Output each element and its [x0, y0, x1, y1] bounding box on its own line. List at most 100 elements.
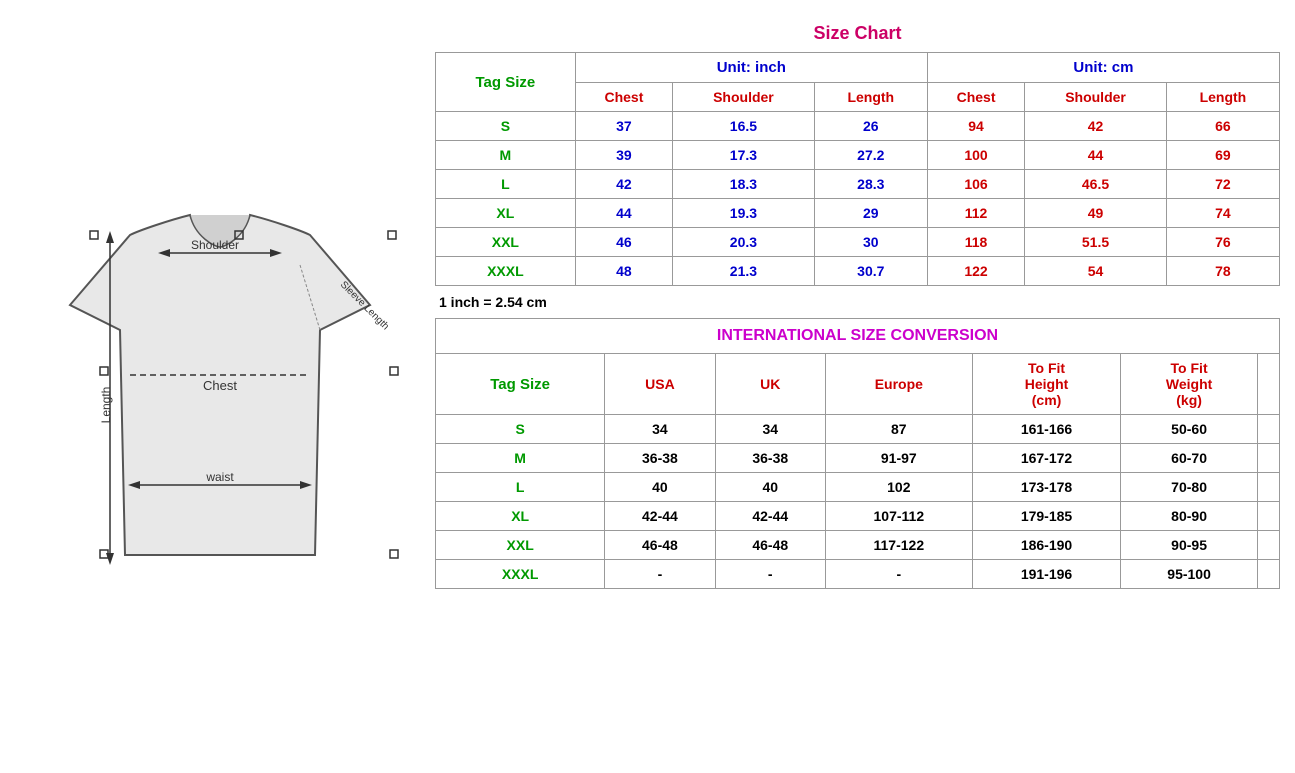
intl-height-cell: 167-172: [972, 444, 1121, 473]
cm-length-cell: 78: [1166, 257, 1279, 286]
inch-chest-header: Chest: [575, 83, 672, 112]
cm-length-cell: 76: [1166, 228, 1279, 257]
intl-height-header: To FitHeight(cm): [972, 354, 1121, 415]
intl-conversion-title: INTERNATIONAL SIZE CONVERSION: [435, 318, 1280, 353]
size-chart-table: Tag Size Unit: inch Unit: cm Chest Shoul…: [435, 52, 1280, 286]
cm-length-cell: 66: [1166, 112, 1279, 141]
inch-shoulder-header: Shoulder: [673, 83, 815, 112]
unit-cm-header: Unit: cm: [927, 53, 1279, 83]
cm-chest-cell: 112: [927, 199, 1024, 228]
intl-height-cell: 161-166: [972, 415, 1121, 444]
intl-extra-cell: [1257, 502, 1279, 531]
intl-uk-cell: 34: [715, 415, 825, 444]
tag-size-cell: L: [436, 170, 576, 199]
intl-weight-cell: 80-90: [1121, 502, 1257, 531]
intl-usa-cell: 34: [605, 415, 715, 444]
intl-conversion-table: Tag Size USA UK Europe To FitHeight(cm) …: [435, 353, 1280, 589]
intl-europe-cell: 117-122: [825, 531, 972, 560]
svg-text:Chest: Chest: [203, 378, 237, 393]
tag-size-cell: XL: [436, 199, 576, 228]
size-chart-panel: Size Chart Tag Size Unit: inch Unit: cm …: [430, 10, 1285, 594]
inch-chest-cell: 48: [575, 257, 672, 286]
inch-chest-cell: 44: [575, 199, 672, 228]
intl-extra-header: [1257, 354, 1279, 415]
intl-uk-cell: 36-38: [715, 444, 825, 473]
intl-tag-cell: L: [436, 473, 605, 502]
intl-extra-cell: [1257, 560, 1279, 589]
cm-length-cell: 69: [1166, 141, 1279, 170]
intl-table-row: XXXL - - - 191-196 95-100: [436, 560, 1280, 589]
size-table-row: XL 44 19.3 29 112 49 74: [436, 199, 1280, 228]
cm-chest-cell: 100: [927, 141, 1024, 170]
intl-uk-cell: 46-48: [715, 531, 825, 560]
intl-table-row: XXL 46-48 46-48 117-122 186-190 90-95: [436, 531, 1280, 560]
cm-length-header: Length: [1166, 83, 1279, 112]
svg-text:Length: Length: [99, 387, 113, 424]
intl-tag-header: Tag Size: [436, 354, 605, 415]
conversion-note: 1 inch = 2.54 cm: [435, 286, 1280, 318]
tag-size-cell: XXXL: [436, 257, 576, 286]
intl-tag-cell: XXXL: [436, 560, 605, 589]
size-table-row: S 37 16.5 26 94 42 66: [436, 112, 1280, 141]
inch-shoulder-cell: 20.3: [673, 228, 815, 257]
intl-weight-cell: 60-70: [1121, 444, 1257, 473]
cm-chest-header: Chest: [927, 83, 1024, 112]
inch-shoulder-cell: 16.5: [673, 112, 815, 141]
cm-chest-cell: 94: [927, 112, 1024, 141]
intl-height-cell: 186-190: [972, 531, 1121, 560]
intl-height-cell: 179-185: [972, 502, 1121, 531]
intl-europe-cell: -: [825, 560, 972, 589]
inch-chest-cell: 37: [575, 112, 672, 141]
size-chart-title: Size Chart: [435, 15, 1280, 52]
intl-height-cell: 191-196: [972, 560, 1121, 589]
tag-size-cell: XXL: [436, 228, 576, 257]
intl-weight-header: To FitWeight(kg): [1121, 354, 1257, 415]
intl-weight-cell: 70-80: [1121, 473, 1257, 502]
cm-chest-cell: 106: [927, 170, 1024, 199]
intl-europe-cell: 102: [825, 473, 972, 502]
intl-uk-cell: 40: [715, 473, 825, 502]
inch-chest-cell: 39: [575, 141, 672, 170]
intl-table-row: L 40 40 102 173-178 70-80: [436, 473, 1280, 502]
intl-extra-cell: [1257, 531, 1279, 560]
inch-length-cell: 30.7: [814, 257, 927, 286]
svg-text:waist: waist: [205, 470, 234, 484]
inch-chest-cell: 42: [575, 170, 672, 199]
intl-usa-cell: 46-48: [605, 531, 715, 560]
intl-table-row: M 36-38 36-38 91-97 167-172 60-70: [436, 444, 1280, 473]
intl-weight-cell: 95-100: [1121, 560, 1257, 589]
intl-usa-header: USA: [605, 354, 715, 415]
intl-usa-cell: 40: [605, 473, 715, 502]
intl-europe-cell: 87: [825, 415, 972, 444]
intl-uk-header: UK: [715, 354, 825, 415]
intl-usa-cell: -: [605, 560, 715, 589]
inch-length-cell: 30: [814, 228, 927, 257]
intl-europe-header: Europe: [825, 354, 972, 415]
intl-extra-cell: [1257, 415, 1279, 444]
inch-length-header: Length: [814, 83, 927, 112]
inch-length-cell: 26: [814, 112, 927, 141]
intl-table-row: XL 42-44 42-44 107-112 179-185 80-90: [436, 502, 1280, 531]
intl-uk-cell: -: [715, 560, 825, 589]
intl-weight-cell: 90-95: [1121, 531, 1257, 560]
size-table-row: XXXL 48 21.3 30.7 122 54 78: [436, 257, 1280, 286]
svg-text:Shoulder: Shoulder: [191, 238, 239, 252]
intl-uk-cell: 42-44: [715, 502, 825, 531]
inch-length-cell: 29: [814, 199, 927, 228]
cm-shoulder-cell: 44: [1025, 141, 1167, 170]
tshirt-diagram-panel: Shoulder Length waist Chest Sleeve Lengt…: [10, 10, 430, 760]
tag-size-cell: M: [436, 141, 576, 170]
cm-length-cell: 74: [1166, 199, 1279, 228]
tshirt-diagram: Shoulder Length waist Chest Sleeve Lengt…: [30, 175, 410, 595]
unit-inch-header: Unit: inch: [575, 53, 927, 83]
intl-europe-cell: 107-112: [825, 502, 972, 531]
intl-europe-cell: 91-97: [825, 444, 972, 473]
inch-length-cell: 28.3: [814, 170, 927, 199]
inch-chest-cell: 46: [575, 228, 672, 257]
cm-length-cell: 72: [1166, 170, 1279, 199]
inch-shoulder-cell: 18.3: [673, 170, 815, 199]
intl-usa-cell: 42-44: [605, 502, 715, 531]
cm-chest-cell: 118: [927, 228, 1024, 257]
intl-usa-cell: 36-38: [605, 444, 715, 473]
tag-size-cell: S: [436, 112, 576, 141]
